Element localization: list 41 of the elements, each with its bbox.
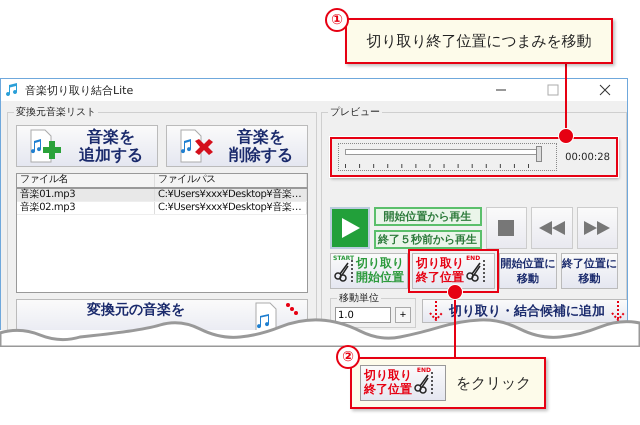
dots-icon [285,302,299,316]
move-to-position-button[interactable]: 終了位置に 移動 [560,253,618,289]
step-number: ① [325,8,349,32]
step-number: ② [336,345,360,369]
play-from-button[interactable]: 開始位置から再生 [374,207,482,226]
rewind-icon [538,221,565,235]
panel-title: プレビュー [328,105,382,119]
move-to-position-button[interactable]: 開始位置に 移動 [499,253,557,289]
close-icon[interactable] [599,84,611,96]
music-note-icon [5,83,19,97]
seek-slider[interactable] [338,143,558,171]
music-file-icon [255,302,277,330]
fast-forward-icon [584,221,610,235]
down-arrow-icon [429,301,443,321]
maximize-icon[interactable] [547,84,559,96]
down-arrow-icon [611,301,625,321]
increment-button[interactable]: + [395,307,411,323]
table-row[interactable]: 音楽02.mp3 C:¥Users¥xxx¥Desktop¥音楽… [17,202,307,215]
scissors-icon [466,260,486,282]
time-display: 00:00:28 [565,152,610,162]
window-title: 音楽切り取り結合Lite [25,82,134,98]
stop-button[interactable] [486,207,528,249]
rewind-button[interactable] [531,207,573,249]
play-button[interactable] [330,207,370,249]
scissors-icon [414,372,434,394]
remove-music-button[interactable]: 音楽を 削除する [166,125,308,167]
add-music-button[interactable]: 音楽を 追加する [16,125,158,167]
step-field[interactable]: 1.0 [335,307,391,323]
column-header[interactable]: ファイル名 [17,174,155,187]
load-to-preview-button[interactable]: 変換元の音楽を [16,299,308,330]
panel-title: 変換元音楽リスト [14,105,98,119]
play-from-button[interactable]: 終了５秒前から再生 [374,230,482,249]
table-row[interactable]: 音楽01.mp3 C:¥Users¥xxx¥Desktop¥音楽… [17,189,307,202]
panel-title: 移動単位 [337,291,381,305]
callout-text: をクリック [456,374,531,392]
column-header[interactable]: ファイルパス [155,174,307,187]
slider-thumb[interactable] [536,146,542,162]
stop-icon [498,220,514,236]
callout-text: 切り取り終了位置につまみを移動 [366,32,592,50]
scissors-icon [334,260,354,282]
fast-forward-button[interactable] [576,207,618,249]
